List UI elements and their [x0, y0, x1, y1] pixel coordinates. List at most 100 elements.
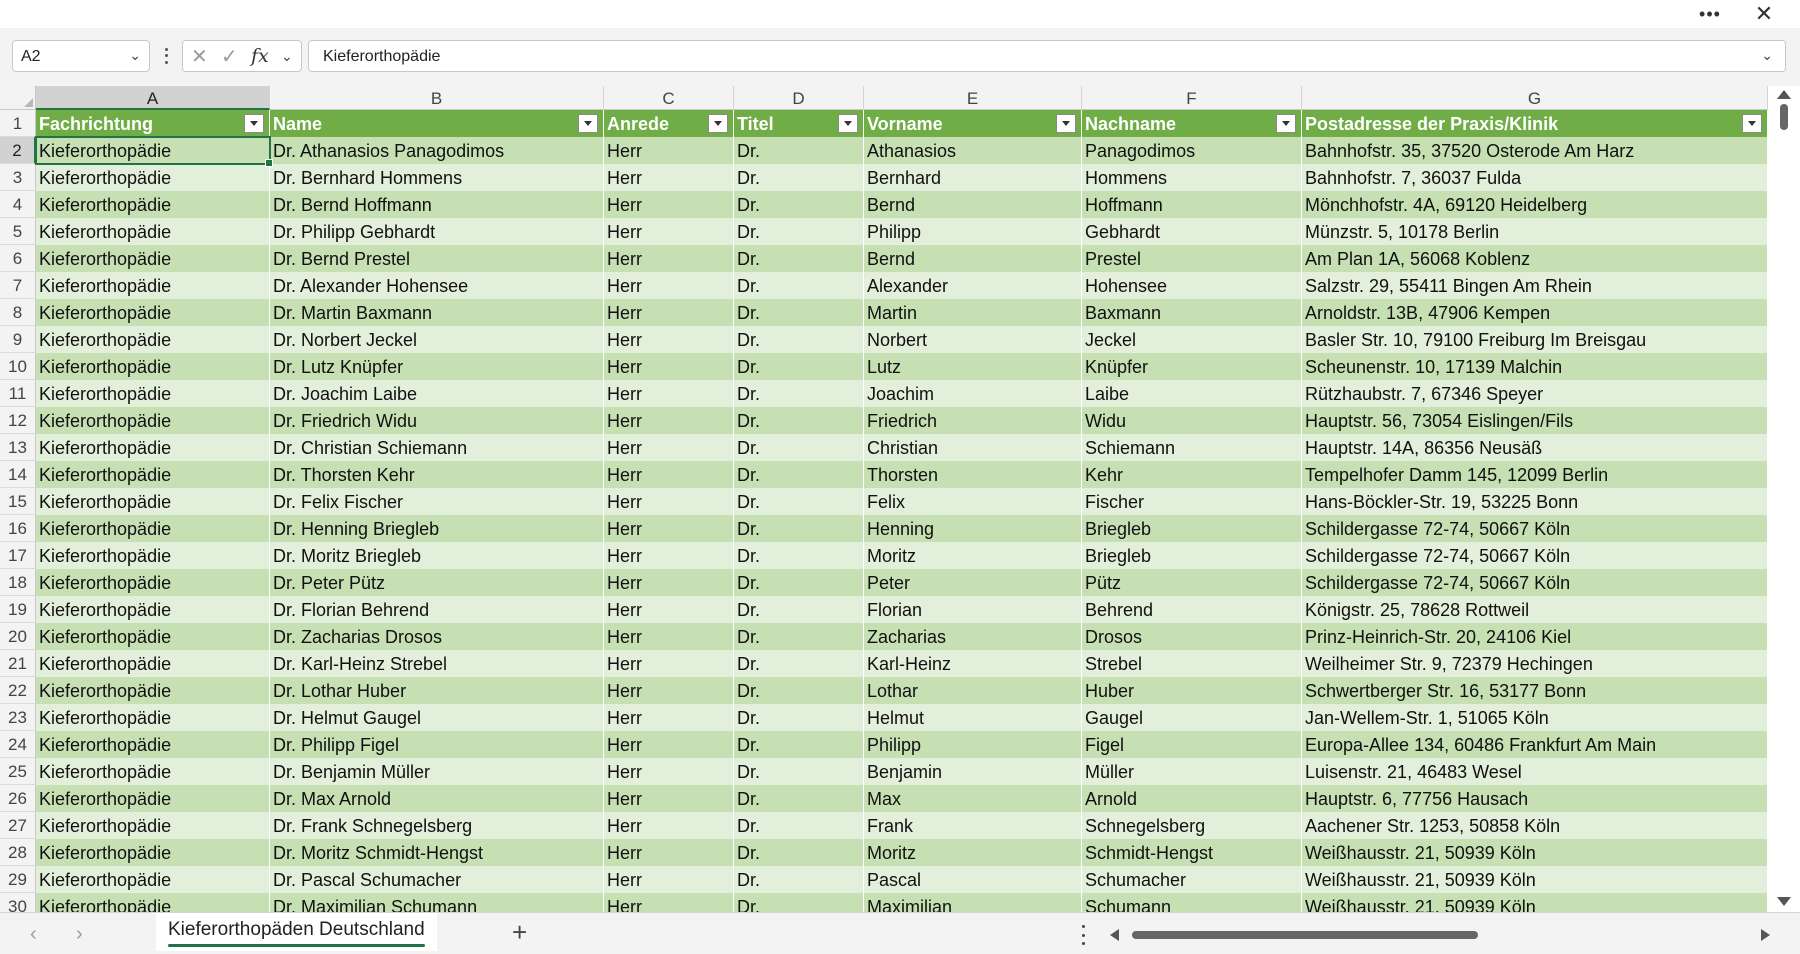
- table-cell[interactable]: Münzstr. 5, 10178 Berlin: [1302, 218, 1768, 245]
- column-header-g[interactable]: G: [1302, 86, 1768, 110]
- table-cell[interactable]: Dr. Felix Fischer: [270, 488, 604, 515]
- table-cell[interactable]: Dr.: [734, 299, 864, 326]
- table-cell[interactable]: Weilheimer Str. 9, 72379 Hechingen: [1302, 650, 1768, 677]
- table-cell[interactable]: Briegleb: [1082, 542, 1302, 569]
- select-all-corner[interactable]: [0, 86, 36, 110]
- filter-dropdown-icon[interactable]: [708, 114, 728, 133]
- row-number[interactable]: 29: [0, 866, 36, 893]
- scroll-right-icon[interactable]: [1761, 929, 1770, 941]
- row-number[interactable]: 10: [0, 353, 36, 380]
- table-cell[interactable]: Prestel: [1082, 245, 1302, 272]
- table-cell[interactable]: Herr: [604, 650, 734, 677]
- table-cell[interactable]: Herr: [604, 191, 734, 218]
- table-cell[interactable]: Widu: [1082, 407, 1302, 434]
- table-cell[interactable]: Kieferorthopädie: [36, 353, 270, 380]
- table-cell[interactable]: Dr. Peter Pütz: [270, 569, 604, 596]
- horizontal-scrollbar[interactable]: [1110, 925, 1770, 945]
- column-header-d[interactable]: D: [734, 86, 864, 110]
- table-cell[interactable]: Norbert: [864, 326, 1082, 353]
- table-cell[interactable]: Dr. Florian Behrend: [270, 596, 604, 623]
- column-header-a[interactable]: A: [36, 86, 270, 110]
- table-header-cell[interactable]: Fachrichtung: [36, 110, 270, 137]
- table-cell[interactable]: Herr: [604, 866, 734, 893]
- table-cell[interactable]: Schildergasse 72-74, 50667 Köln: [1302, 515, 1768, 542]
- table-cell[interactable]: Gaugel: [1082, 704, 1302, 731]
- table-cell[interactable]: Kieferorthopädie: [36, 488, 270, 515]
- table-cell[interactable]: Dr.: [734, 461, 864, 488]
- table-cell[interactable]: Zacharias: [864, 623, 1082, 650]
- row-number[interactable]: 21: [0, 650, 36, 677]
- table-cell[interactable]: Strebel: [1082, 650, 1302, 677]
- table-cell[interactable]: Dr. Pascal Schumacher: [270, 866, 604, 893]
- table-cell[interactable]: Alexander: [864, 272, 1082, 299]
- table-cell[interactable]: Huber: [1082, 677, 1302, 704]
- table-cell[interactable]: Kieferorthopädie: [36, 785, 270, 812]
- table-cell[interactable]: Dr.: [734, 623, 864, 650]
- table-cell[interactable]: Dr.: [734, 785, 864, 812]
- table-cell[interactable]: Schildergasse 72-74, 50667 Köln: [1302, 542, 1768, 569]
- table-cell[interactable]: Dr. Helmut Gaugel: [270, 704, 604, 731]
- table-cell[interactable]: Kieferorthopädie: [36, 245, 270, 272]
- table-cell[interactable]: Herr: [604, 812, 734, 839]
- filter-dropdown-icon[interactable]: [244, 114, 264, 133]
- table-cell[interactable]: Bernd: [864, 245, 1082, 272]
- table-cell[interactable]: Baxmann: [1082, 299, 1302, 326]
- table-cell[interactable]: Herr: [604, 839, 734, 866]
- close-icon[interactable]: ✕: [1746, 1, 1782, 26]
- scroll-down-icon[interactable]: [1777, 897, 1791, 906]
- table-cell[interactable]: Herr: [604, 488, 734, 515]
- row-number[interactable]: 15: [0, 488, 36, 515]
- table-cell[interactable]: Arnoldstr. 13B, 47906 Kempen: [1302, 299, 1768, 326]
- add-sheet-button[interactable]: +: [512, 917, 527, 948]
- name-box[interactable]: A2 ⌄: [12, 40, 150, 72]
- table-cell[interactable]: Kieferorthopädie: [36, 758, 270, 785]
- table-cell[interactable]: Kieferorthopädie: [36, 326, 270, 353]
- filter-dropdown-icon[interactable]: [1056, 114, 1076, 133]
- chevron-right-icon[interactable]: ›: [76, 923, 83, 946]
- table-cell[interactable]: Dr. Martin Baxmann: [270, 299, 604, 326]
- table-cell[interactable]: Herr: [604, 893, 734, 912]
- table-cell[interactable]: Kieferorthopädie: [36, 623, 270, 650]
- table-cell[interactable]: Herr: [604, 137, 734, 164]
- table-cell[interactable]: Kieferorthopädie: [36, 569, 270, 596]
- filter-dropdown-icon[interactable]: [1276, 114, 1296, 133]
- table-cell[interactable]: Kieferorthopädie: [36, 299, 270, 326]
- table-cell[interactable]: Schiemann: [1082, 434, 1302, 461]
- row-number[interactable]: 28: [0, 839, 36, 866]
- table-cell[interactable]: Dr.: [734, 164, 864, 191]
- table-header-cell[interactable]: Name: [270, 110, 604, 137]
- table-cell[interactable]: Hauptstr. 14A, 86356 Neusäß: [1302, 434, 1768, 461]
- filter-dropdown-icon[interactable]: [1742, 114, 1762, 133]
- chevron-left-icon[interactable]: ‹: [30, 923, 37, 946]
- row-number[interactable]: 14: [0, 461, 36, 488]
- table-cell[interactable]: Herr: [604, 326, 734, 353]
- table-cell[interactable]: Kehr: [1082, 461, 1302, 488]
- table-cell[interactable]: Dr. Max Arnold: [270, 785, 604, 812]
- table-cell[interactable]: Kieferorthopädie: [36, 731, 270, 758]
- table-cell[interactable]: Dr. Bernd Hoffmann: [270, 191, 604, 218]
- table-cell[interactable]: Kieferorthopädie: [36, 839, 270, 866]
- table-cell[interactable]: Pascal: [864, 866, 1082, 893]
- table-cell[interactable]: Dr. Maximilian Schumann: [270, 893, 604, 912]
- table-cell[interactable]: Herr: [604, 704, 734, 731]
- table-cell[interactable]: Behrend: [1082, 596, 1302, 623]
- table-cell[interactable]: Kieferorthopädie: [36, 434, 270, 461]
- row-number[interactable]: 23: [0, 704, 36, 731]
- table-cell[interactable]: Herr: [604, 515, 734, 542]
- table-cell[interactable]: Dr. Moritz Schmidt-Hengst: [270, 839, 604, 866]
- scroll-left-icon[interactable]: [1110, 929, 1119, 941]
- table-cell[interactable]: Kieferorthopädie: [36, 866, 270, 893]
- column-header-b[interactable]: B: [270, 86, 604, 110]
- chevron-down-icon[interactable]: ⌄: [129, 47, 141, 64]
- row-number[interactable]: 26: [0, 785, 36, 812]
- table-cell[interactable]: Jan-Wellem-Str. 1, 51065 Köln: [1302, 704, 1768, 731]
- table-cell[interactable]: Kieferorthopädie: [36, 407, 270, 434]
- table-cell[interactable]: Dr.: [734, 650, 864, 677]
- table-cell[interactable]: Dr.: [734, 515, 864, 542]
- table-cell[interactable]: Dr. Joachim Laibe: [270, 380, 604, 407]
- table-cell[interactable]: Dr.: [734, 380, 864, 407]
- table-cell[interactable]: Müller: [1082, 758, 1302, 785]
- table-cell[interactable]: Dr.: [734, 137, 864, 164]
- table-cell[interactable]: Karl-Heinz: [864, 650, 1082, 677]
- expand-formula-icon[interactable]: ⌄: [1761, 47, 1773, 64]
